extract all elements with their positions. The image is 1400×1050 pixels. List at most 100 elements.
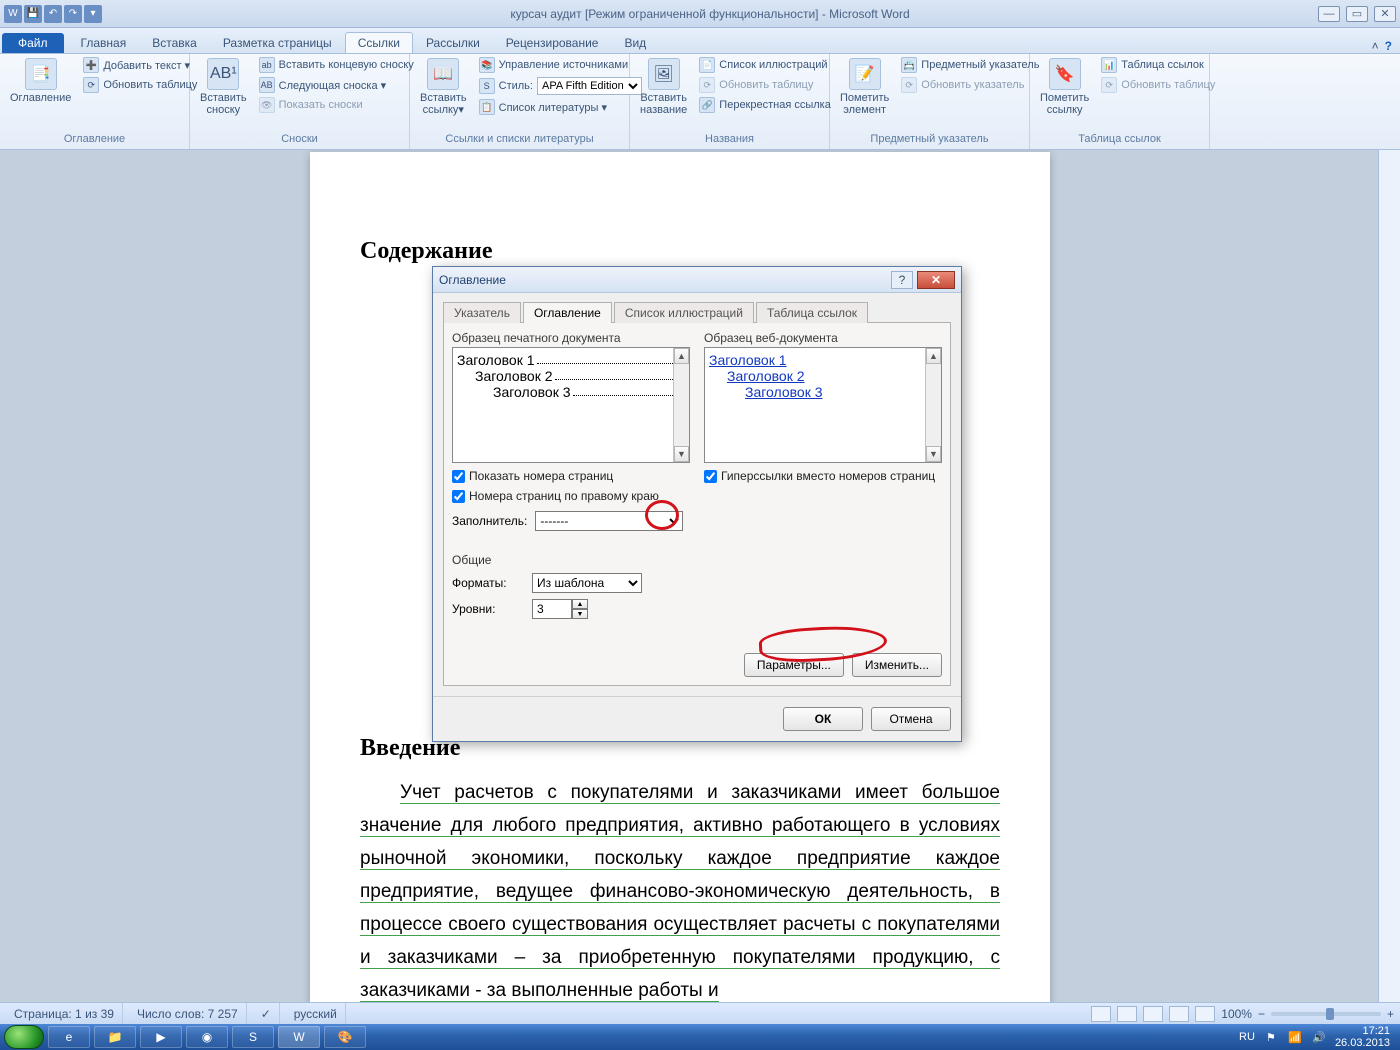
tab-view[interactable]: Вид	[611, 32, 659, 53]
options-button[interactable]: Параметры...	[744, 653, 844, 677]
hyperlinks-checkbox[interactable]	[704, 470, 717, 483]
levels-label: Уровни:	[452, 602, 522, 616]
show-notes-button[interactable]: 👁Показать сноски	[257, 96, 416, 114]
add-text-button[interactable]: ➕Добавить текст ▾	[81, 56, 199, 74]
status-page[interactable]: Страница: 1 из 39	[6, 1003, 123, 1024]
close-button[interactable]: ✕	[1374, 6, 1396, 22]
tab-home[interactable]: Главная	[68, 32, 140, 53]
tab-insert[interactable]: Вставка	[139, 32, 210, 53]
print-preview-label: Образец печатного документа	[452, 331, 690, 345]
zoom-in-button[interactable]: +	[1387, 1007, 1394, 1021]
dialog-tab-index[interactable]: Указатель	[443, 302, 521, 323]
insert-citation-button[interactable]: 📖 Вставить ссылку▾	[416, 56, 471, 118]
add-text-icon: ➕	[83, 57, 99, 73]
vertical-scrollbar[interactable]	[1378, 150, 1400, 1002]
tray-clock[interactable]: 17:2126.03.2013	[1335, 1025, 1390, 1049]
task-chrome-icon[interactable]: ◉	[186, 1026, 228, 1048]
style-icon: S	[479, 78, 495, 94]
update-index-button[interactable]: ⟳Обновить указатель	[899, 76, 1041, 94]
mark-entry-button[interactable]: 📝 Пометить элемент	[836, 56, 893, 118]
zoom-slider[interactable]	[1271, 1012, 1381, 1016]
start-button[interactable]	[4, 1025, 44, 1049]
word-icon: W	[4, 5, 22, 23]
spin-down-icon[interactable]: ▼	[572, 609, 588, 619]
ok-button[interactable]: ОК	[783, 707, 863, 731]
task-ie-icon[interactable]: e	[48, 1026, 90, 1048]
tray-flag-icon[interactable]: ⚑	[1263, 1029, 1279, 1045]
insert-index-button[interactable]: 📇Предметный указатель	[899, 56, 1041, 74]
restore-button[interactable]: ▭	[1346, 6, 1368, 22]
dialog-tab-toc[interactable]: Оглавление	[523, 302, 612, 323]
view-outline-icon[interactable]	[1169, 1006, 1189, 1022]
view-print-layout-icon[interactable]	[1091, 1006, 1111, 1022]
dialog-tab-authorities[interactable]: Таблица ссылок	[756, 302, 868, 323]
title-bar: W 💾 ↶ ↷ ▾ курсач аудит [Режим ограниченн…	[0, 0, 1400, 28]
task-word-icon[interactable]: W	[278, 1026, 320, 1048]
file-tab[interactable]: Файл	[2, 33, 64, 53]
window-title: курсач аудит [Режим ограниченной функцио…	[102, 7, 1318, 21]
task-media-icon[interactable]: ▶	[140, 1026, 182, 1048]
manage-sources-button[interactable]: 📚Управление источниками	[477, 56, 644, 74]
task-explorer-icon[interactable]: 📁	[94, 1026, 136, 1048]
tray-lang[interactable]: RU	[1239, 1031, 1255, 1043]
status-words[interactable]: Число слов: 7 257	[129, 1003, 247, 1024]
citation-icon: 📖	[427, 58, 459, 90]
bibliography-button[interactable]: 📋Список литературы ▾	[477, 98, 644, 116]
task-skype-icon[interactable]: S	[232, 1026, 274, 1048]
view-draft-icon[interactable]	[1195, 1006, 1215, 1022]
qat-more-icon[interactable]: ▾	[84, 5, 102, 23]
update-toc-button[interactable]: ⟳Обновить таблицу	[81, 76, 199, 94]
tab-review[interactable]: Рецензирование	[493, 32, 612, 53]
spin-up-icon[interactable]: ▲	[572, 599, 588, 609]
taskbar: e 📁 ▶ ◉ S W 🎨 RU ⚑ 📶 🔊 17:2126.03.2013	[0, 1024, 1400, 1050]
tray-network-icon[interactable]: 📶	[1287, 1029, 1303, 1045]
table-authorities-button[interactable]: 📊Таблица ссылок	[1099, 56, 1217, 74]
update-toa-button[interactable]: ⟳Обновить таблицу	[1099, 76, 1217, 94]
view-web-icon[interactable]	[1143, 1006, 1163, 1022]
dialog-help-button[interactable]: ?	[891, 271, 913, 289]
next-footnote-button[interactable]: ABСледующая сноска ▾	[257, 76, 416, 94]
undo-icon[interactable]: ↶	[44, 5, 62, 23]
redo-icon[interactable]: ↷	[64, 5, 82, 23]
status-proofing[interactable]: ✓	[253, 1003, 280, 1024]
quick-access-toolbar: W 💾 ↶ ↷ ▾	[4, 5, 102, 23]
tab-leader-select[interactable]: -------	[535, 511, 683, 531]
show-notes-icon: 👁	[259, 97, 275, 113]
dialog-close-button[interactable]: ✕	[917, 271, 955, 289]
insert-footnote-button[interactable]: AB¹ Вставить сноску	[196, 56, 251, 118]
dialog-tabs: Указатель Оглавление Список иллюстраций …	[443, 301, 951, 323]
caption-icon: 🖼	[648, 58, 680, 90]
table-of-figures-button[interactable]: 📄Список иллюстраций	[697, 56, 833, 74]
next-footnote-icon: AB	[259, 77, 275, 93]
index-icon: 📇	[901, 57, 917, 73]
tab-references[interactable]: Ссылки	[345, 32, 413, 53]
insert-caption-button[interactable]: 🖼 Вставить название	[636, 56, 691, 118]
right-align-checkbox[interactable]	[452, 490, 465, 503]
help-icon[interactable]: ?	[1385, 39, 1392, 53]
zoom-out-button[interactable]: −	[1258, 1007, 1265, 1021]
cross-reference-button[interactable]: 🔗Перекрестная ссылка	[697, 96, 833, 114]
minimize-button[interactable]: —	[1318, 6, 1340, 22]
insert-endnote-button[interactable]: abВставить концевую сноску	[257, 56, 416, 74]
ribbon-minimize-icon[interactable]: ˄	[1372, 39, 1379, 53]
toc-button[interactable]: 📑 Оглавление	[6, 56, 75, 106]
task-paint-icon[interactable]: 🎨	[324, 1026, 366, 1048]
mark-citation-button[interactable]: 🔖 Пометить ссылку	[1036, 56, 1093, 118]
tab-page-layout[interactable]: Разметка страницы	[210, 32, 345, 53]
levels-spinner[interactable]: ▲▼	[532, 599, 588, 619]
save-icon[interactable]: 💾	[24, 5, 42, 23]
show-page-numbers-checkbox[interactable]	[452, 470, 465, 483]
update-figures-button[interactable]: ⟳Обновить таблицу	[697, 76, 833, 94]
tray-sound-icon[interactable]: 🔊	[1311, 1029, 1327, 1045]
formats-select[interactable]: Из шаблона	[532, 573, 642, 593]
view-full-screen-icon[interactable]	[1117, 1006, 1137, 1022]
cancel-button[interactable]: Отмена	[871, 707, 951, 731]
figures-icon: 📄	[699, 57, 715, 73]
dialog-tab-figures[interactable]: Список иллюстраций	[614, 302, 754, 323]
status-language[interactable]: русский	[286, 1003, 346, 1024]
zoom-value[interactable]: 100%	[1221, 1007, 1252, 1021]
modify-button[interactable]: Изменить...	[852, 653, 942, 677]
citation-style-select[interactable]: SСтиль:APA Fifth Edition	[477, 76, 644, 96]
group-toc-label: Оглавление	[6, 131, 183, 149]
tab-mailings[interactable]: Рассылки	[413, 32, 493, 53]
